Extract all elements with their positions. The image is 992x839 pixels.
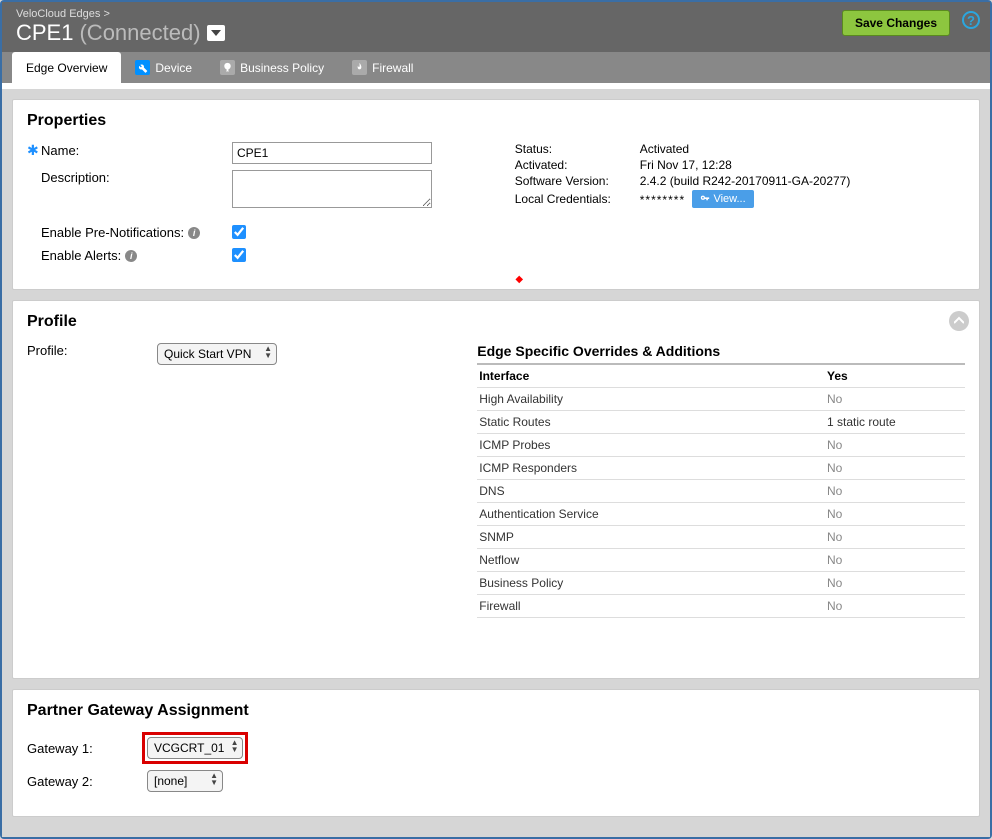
table-row: ICMP ProbesNo [477, 434, 965, 457]
override-name: Business Policy [477, 572, 825, 595]
tab-business-policy[interactable]: Business Policy [206, 52, 338, 83]
override-value: No [825, 457, 965, 480]
help-icon[interactable]: ? [962, 11, 980, 29]
override-value: No [825, 503, 965, 526]
override-name: High Availability [477, 388, 825, 411]
credentials-value: ******** [640, 193, 685, 207]
gateway-panel: Partner Gateway Assignment Gateway 1: VC… [12, 689, 980, 817]
table-row: SNMPNo [477, 526, 965, 549]
chevron-down-icon [211, 30, 221, 36]
edge-dropdown-toggle[interactable] [207, 25, 225, 41]
status-label: Status: [515, 142, 640, 156]
info-icon[interactable]: i [188, 227, 200, 239]
table-row: ICMP RespondersNo [477, 457, 965, 480]
key-icon [700, 194, 710, 204]
panel-title: Partner Gateway Assignment [27, 702, 965, 720]
tab-firewall[interactable]: Firewall [338, 52, 427, 83]
gateway2-label: Gateway 2: [27, 774, 147, 789]
profile-select[interactable]: Quick Start VPN ▲▼ [157, 343, 277, 365]
name-input[interactable] [232, 142, 432, 164]
breadcrumb[interactable]: VeloCloud Edges > [16, 8, 976, 20]
change-indicator-icon: ◆ [515, 274, 523, 285]
override-value: No [825, 434, 965, 457]
override-name: Authentication Service [477, 503, 825, 526]
table-row: Business PolicyNo [477, 572, 965, 595]
badge-icon [220, 60, 235, 75]
required-star-icon: ✱ [27, 142, 37, 159]
override-name: Firewall [477, 595, 825, 618]
version-label: Software Version: [515, 174, 640, 188]
version-value: 2.4.2 (build R242-20170911-GA-20277) [640, 174, 851, 188]
tab-edge-overview[interactable]: Edge Overview [12, 52, 121, 83]
view-credentials-button[interactable]: View... [692, 190, 753, 208]
gateway1-label: Gateway 1: [27, 741, 147, 756]
profile-label: Profile: [27, 343, 157, 618]
override-name: ICMP Probes [477, 434, 825, 457]
pre-notifications-checkbox[interactable] [232, 225, 246, 239]
credentials-label: Local Credentials: [515, 192, 640, 206]
pre-notifications-label: Enable Pre-Notifications: [41, 225, 184, 240]
gateway2-select[interactable]: [none] ▲▼ [147, 770, 223, 792]
override-value: No [825, 480, 965, 503]
status-value: Activated [640, 142, 689, 156]
alerts-checkbox[interactable] [232, 248, 246, 262]
tab-label: Firewall [372, 61, 413, 75]
view-label: View... [713, 193, 745, 205]
override-value: No [825, 526, 965, 549]
wrench-icon [135, 60, 150, 75]
overrides-title: Edge Specific Overrides & Additions [477, 343, 965, 359]
table-row: NetflowNo [477, 549, 965, 572]
highlight-annotation: VCGCRT_01 ▲▼ [142, 732, 248, 764]
overrides-table: Interface Yes High AvailabilityNoStatic … [477, 365, 965, 618]
profile-select-value: Quick Start VPN [164, 347, 251, 361]
activated-value: Fri Nov 17, 12:28 [640, 158, 732, 172]
alerts-label: Enable Alerts: [41, 248, 121, 263]
page-title: CPE1 [16, 20, 73, 46]
save-button[interactable]: Save Changes [842, 10, 950, 36]
override-value: No [825, 549, 965, 572]
overrides-header-name: Interface [477, 365, 825, 388]
select-caret-icon: ▲▼ [264, 345, 272, 359]
tab-bar: Edge Overview Device Business Policy Fir… [2, 52, 990, 83]
description-label: Description: [41, 170, 110, 185]
table-row: Static Routes1 static route [477, 411, 965, 434]
override-value: No [825, 595, 965, 618]
gateway2-value: [none] [154, 774, 187, 788]
flame-icon [352, 60, 367, 75]
tab-device[interactable]: Device [121, 52, 206, 83]
description-input[interactable] [232, 170, 432, 208]
table-row: FirewallNo [477, 595, 965, 618]
activated-label: Activated: [515, 158, 640, 172]
override-name: SNMP [477, 526, 825, 549]
gateway1-value: VCGCRT_01 [154, 741, 224, 755]
table-header-row: Interface Yes [477, 365, 965, 388]
table-row: DNSNo [477, 480, 965, 503]
override-name: ICMP Responders [477, 457, 825, 480]
override-value: 1 static route [825, 411, 965, 434]
name-label: Name: [41, 143, 79, 158]
select-caret-icon: ▲▼ [231, 739, 239, 753]
properties-panel: Properties ✱ Name: [12, 99, 980, 290]
tab-label: Edge Overview [26, 61, 107, 75]
override-value: No [825, 388, 965, 411]
collapse-icon[interactable] [949, 311, 969, 331]
select-caret-icon: ▲▼ [210, 772, 218, 786]
connection-status: (Connected) [79, 20, 200, 46]
overrides-header-value: Yes [825, 365, 965, 388]
override-value: No [825, 572, 965, 595]
tab-label: Business Policy [240, 61, 324, 75]
panel-title: Properties [27, 112, 965, 130]
override-name: DNS [477, 480, 825, 503]
page-header: VeloCloud Edges > CPE1 (Connected) Save … [2, 2, 990, 52]
panel-title: Profile [27, 313, 965, 331]
override-name: Netflow [477, 549, 825, 572]
profile-panel: Profile Profile: Quick Start VPN ▲▼ Edge… [12, 300, 980, 679]
tab-label: Device [155, 61, 192, 75]
table-row: High AvailabilityNo [477, 388, 965, 411]
gateway1-select[interactable]: VCGCRT_01 ▲▼ [147, 737, 243, 759]
override-name: Static Routes [477, 411, 825, 434]
info-icon[interactable]: i [125, 250, 137, 262]
table-row: Authentication ServiceNo [477, 503, 965, 526]
